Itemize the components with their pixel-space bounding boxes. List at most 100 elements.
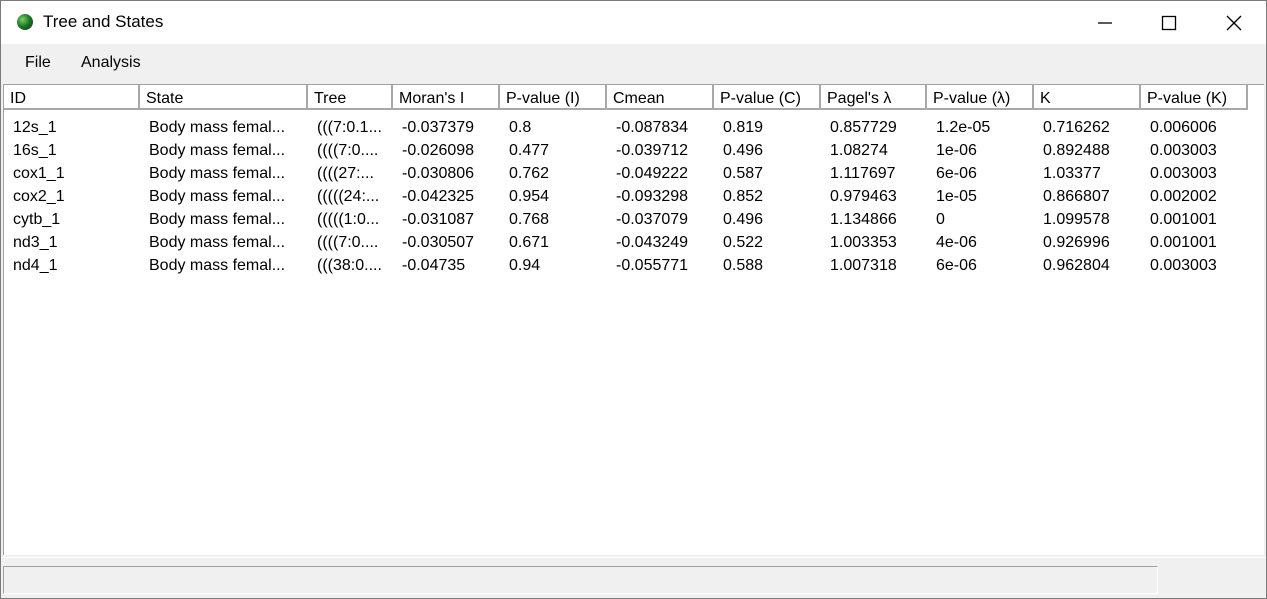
column-header-morans-i[interactable]: Moran's I — [393, 85, 500, 110]
table-header: ID State Tree Moran's I P-value (I) Cmea… — [4, 85, 1262, 112]
cell-pagels-lambda: 0.857729 — [830, 119, 897, 136]
cell-morans-i: -0.042325 — [402, 188, 475, 205]
cell-p-value-lambda: 4e-06 — [936, 234, 977, 251]
table-row[interactable]: cox1_1 Body mass femal... ((((27:... -0.… — [4, 162, 1262, 185]
cell-p-value-lambda: 6e-06 — [936, 257, 977, 274]
table-row[interactable]: nd4_1 Body mass femal... (((38:0.... -0.… — [4, 254, 1262, 277]
close-button[interactable] — [1202, 1, 1266, 44]
maximize-button[interactable] — [1137, 1, 1201, 44]
cell-p-value-k: 0.006006 — [1150, 119, 1217, 136]
cell-id: cytb_1 — [13, 211, 61, 228]
cell-p-value-lambda: 6e-06 — [936, 165, 977, 182]
table-row[interactable]: nd3_1 Body mass femal... ((((7:0.... -0.… — [4, 231, 1262, 254]
cell-pagels-lambda: 1.117697 — [830, 165, 896, 182]
cell-id: 12s_1 — [13, 119, 57, 136]
table-row[interactable]: 16s_1 Body mass femal... ((((7:0.... -0.… — [4, 139, 1262, 162]
globe-icon — [17, 14, 33, 30]
column-header-p-value-lambda[interactable]: P-value (λ) — [927, 85, 1034, 110]
cell-p-value-c: 0.819 — [723, 119, 764, 136]
menu-analysis[interactable]: Analysis — [81, 54, 141, 72]
cell-tree: (((((1:0... — [317, 211, 380, 228]
menu-bar: File Analysis — [1, 44, 1266, 82]
cell-state: Body mass femal... — [149, 234, 286, 251]
column-header-k[interactable]: K — [1034, 85, 1141, 110]
cell-k: 1.03377 — [1043, 165, 1101, 182]
cell-p-value-lambda: 0 — [936, 211, 945, 228]
cell-morans-i: -0.026098 — [402, 142, 475, 159]
cell-p-value-i: 0.8 — [509, 119, 532, 136]
cell-tree: ((((7:0.... — [317, 234, 379, 251]
minimize-icon — [1098, 21, 1112, 24]
column-header-p-value-c[interactable]: P-value (C) — [714, 85, 821, 110]
cell-morans-i: -0.04735 — [402, 257, 466, 274]
cell-pagels-lambda: 1.08274 — [830, 142, 888, 159]
title-bar[interactable]: Tree and States — [1, 1, 1266, 44]
cell-morans-i: -0.030507 — [402, 234, 475, 251]
cell-morans-i: -0.031087 — [402, 211, 475, 228]
cell-morans-i: -0.030806 — [402, 165, 475, 182]
column-header-state[interactable]: State — [140, 85, 308, 110]
cell-tree: ((((7:0.... — [317, 142, 379, 159]
cell-k: 0.892488 — [1043, 142, 1110, 159]
cell-cmean: -0.087834 — [616, 119, 689, 136]
cell-p-value-k: 0.001001 — [1150, 234, 1217, 251]
column-header-id[interactable]: ID — [4, 85, 140, 110]
cell-cmean: -0.055771 — [616, 257, 689, 274]
cell-p-value-k: 0.002002 — [1150, 188, 1217, 205]
window-title: Tree and States — [43, 12, 164, 31]
cell-cmean: -0.039712 — [616, 142, 689, 159]
cell-p-value-c: 0.522 — [723, 234, 764, 251]
table-row[interactable]: cox2_1 Body mass femal... (((((24:... -0… — [4, 185, 1262, 208]
cell-state: Body mass femal... — [149, 211, 286, 228]
cell-tree: (((7:0.1... — [317, 119, 382, 136]
close-icon — [1226, 15, 1242, 30]
cell-id: nd3_1 — [13, 234, 58, 251]
cell-pagels-lambda: 0.979463 — [830, 188, 897, 205]
cell-tree: ((((27:... — [317, 165, 374, 182]
cell-state: Body mass femal... — [149, 119, 286, 136]
cell-state: Body mass femal... — [149, 142, 286, 159]
cell-cmean: -0.037079 — [616, 211, 689, 228]
cell-state: Body mass femal... — [149, 165, 286, 182]
cell-p-value-k: 0.001001 — [1150, 211, 1217, 228]
cell-pagels-lambda: 1.134866 — [830, 211, 897, 228]
table-row[interactable]: cytb_1 Body mass femal... (((((1:0... -0… — [4, 208, 1262, 231]
app-window: Tree and States File Analysis ID State T… — [0, 0, 1267, 599]
cell-p-value-c: 0.496 — [723, 211, 764, 228]
cell-cmean: -0.093298 — [616, 188, 689, 205]
column-header-pagels-lambda[interactable]: Pagel's λ — [821, 85, 927, 110]
minimize-button[interactable] — [1073, 1, 1137, 44]
cell-p-value-c: 0.852 — [723, 188, 764, 205]
cell-id: nd4_1 — [13, 257, 58, 274]
column-header-p-value-i[interactable]: P-value (I) — [500, 85, 607, 110]
column-header-tree[interactable]: Tree — [308, 85, 393, 110]
cell-p-value-lambda: 1e-05 — [936, 188, 977, 205]
menu-file[interactable]: File — [25, 54, 51, 72]
cell-k: 0.716262 — [1043, 119, 1110, 136]
cell-p-value-i: 0.477 — [509, 142, 550, 159]
cell-cmean: -0.043249 — [616, 234, 689, 251]
table-row[interactable]: 12s_1 Body mass femal... (((7:0.1... -0.… — [4, 116, 1262, 139]
cell-p-value-lambda: 1e-06 — [936, 142, 977, 159]
cell-p-value-k: 0.003003 — [1150, 165, 1217, 182]
cell-p-value-i: 0.94 — [509, 257, 541, 274]
cell-morans-i: -0.037379 — [402, 119, 475, 136]
cell-p-value-c: 0.496 — [723, 142, 764, 159]
cell-tree: (((38:0.... — [317, 257, 382, 274]
column-header-cmean[interactable]: Cmean — [607, 85, 714, 110]
cell-p-value-c: 0.587 — [723, 165, 764, 182]
cell-state: Body mass femal... — [149, 257, 286, 274]
cell-cmean: -0.049222 — [616, 165, 689, 182]
cell-p-value-k: 0.003003 — [1150, 142, 1217, 159]
cell-pagels-lambda: 1.003353 — [830, 234, 897, 251]
cell-state: Body mass femal... — [149, 188, 286, 205]
cell-k: 0.926996 — [1043, 234, 1110, 251]
cell-p-value-i: 0.954 — [509, 188, 550, 205]
cell-tree: (((((24:... — [317, 188, 380, 205]
column-header-p-value-k[interactable]: P-value (K) — [1141, 85, 1248, 110]
cell-k: 0.962804 — [1043, 257, 1110, 274]
cell-id: 16s_1 — [13, 142, 57, 159]
results-table[interactable]: ID State Tree Moran's I P-value (I) Cmea… — [3, 84, 1264, 555]
cell-k: 1.099578 — [1043, 211, 1110, 228]
cell-p-value-k: 0.003003 — [1150, 257, 1217, 274]
